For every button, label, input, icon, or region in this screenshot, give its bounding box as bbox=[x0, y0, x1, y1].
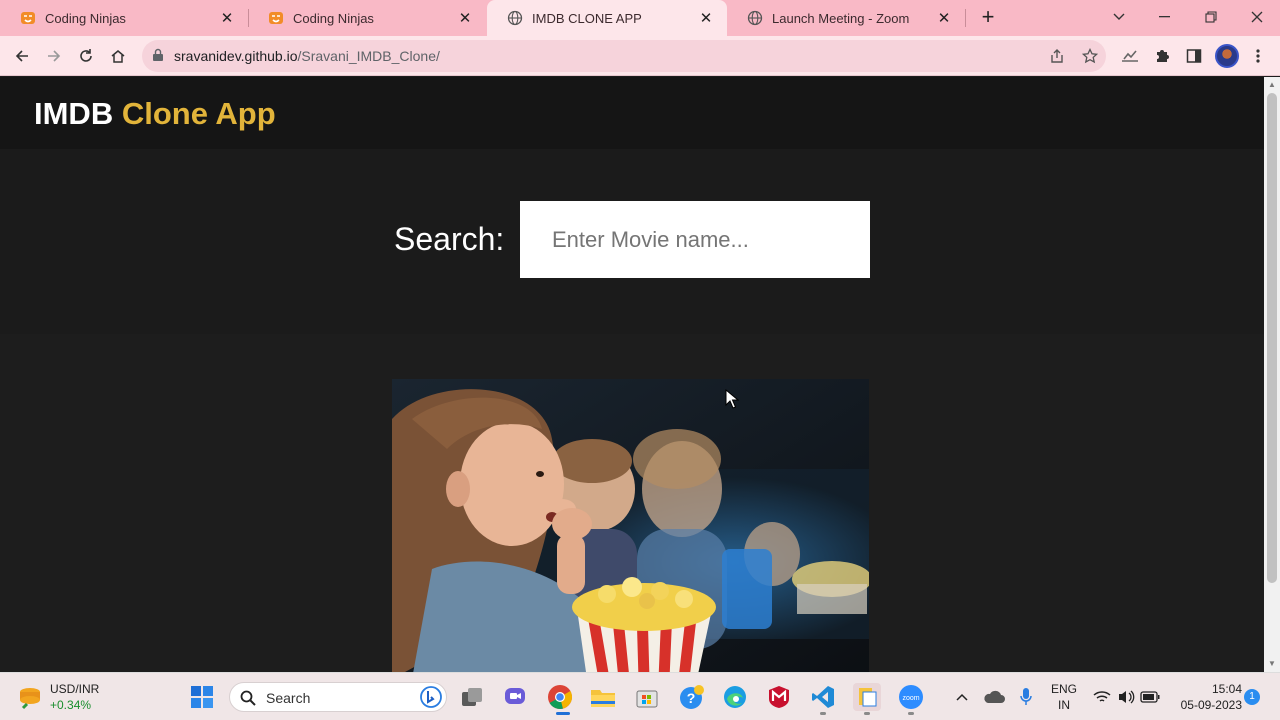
search-icon bbox=[240, 690, 256, 706]
input-language-indicator[interactable]: ENG IN bbox=[1046, 681, 1082, 713]
restore-window-icon[interactable] bbox=[1198, 6, 1224, 28]
tab-close-icon[interactable]: ✕ bbox=[935, 9, 953, 27]
tab-title: Launch Meeting - Zoom bbox=[772, 10, 910, 26]
search-section: Search: bbox=[0, 149, 1264, 334]
tab-title: Coding Ninjas bbox=[45, 10, 126, 26]
task-view-icon[interactable] bbox=[458, 683, 486, 711]
onedrive-cloud-icon[interactable] bbox=[980, 683, 1008, 711]
globe-icon bbox=[747, 10, 763, 26]
battery-icon[interactable] bbox=[1136, 683, 1164, 711]
tab-coding-ninjas-1[interactable]: Coding Ninjas ✕ bbox=[0, 0, 248, 36]
coding-ninjas-favicon-icon bbox=[21, 12, 35, 24]
tab-close-icon[interactable]: ✕ bbox=[218, 9, 236, 27]
scroll-up-arrow-icon[interactable]: ▲ bbox=[1267, 80, 1277, 90]
zoom-running-indicator bbox=[908, 712, 914, 715]
search-label: Search: bbox=[394, 221, 505, 257]
performance-extension-icon[interactable] bbox=[1118, 44, 1142, 68]
svg-text:?: ? bbox=[687, 690, 696, 706]
microphone-icon[interactable] bbox=[1012, 683, 1040, 711]
url-text: sravanidev.github.io/Sravani_IMDB_Clone/ bbox=[174, 48, 440, 64]
file-manager-running-indicator bbox=[864, 712, 870, 715]
close-window-icon[interactable] bbox=[1244, 6, 1270, 28]
mcafee-icon[interactable] bbox=[765, 683, 793, 711]
new-tab-plus-icon[interactable]: + bbox=[976, 6, 1000, 30]
more-menu-icon[interactable] bbox=[1246, 44, 1270, 68]
site-brand-logo[interactable]: IMDB Clone App bbox=[34, 96, 276, 132]
file-explorer-icon[interactable] bbox=[589, 683, 617, 711]
site-navbar: IMDB Clone App bbox=[0, 77, 1264, 149]
widget-title: USD/INR bbox=[50, 682, 100, 696]
clock[interactable]: 15:04 05-09-2023 bbox=[1168, 681, 1242, 713]
help-tips-icon[interactable]: ? bbox=[678, 683, 706, 711]
microsoft-store-icon[interactable] bbox=[633, 683, 661, 711]
brand-accent: Clone App bbox=[121, 96, 276, 131]
globe-icon bbox=[507, 10, 523, 26]
tab-coding-ninjas-2[interactable]: Coding Ninjas ✕ bbox=[248, 0, 486, 36]
file-manager-app-icon[interactable] bbox=[853, 683, 881, 711]
show-hidden-icons-chevron-up-icon[interactable] bbox=[948, 683, 976, 711]
mouse-pointer-icon bbox=[725, 389, 739, 409]
scrollbar-thumb[interactable] bbox=[1267, 93, 1277, 583]
lang-line1: ENG bbox=[1050, 682, 1077, 696]
scroll-down-arrow-icon[interactable]: ▼ bbox=[1267, 659, 1277, 669]
coding-ninjas-favicon-icon bbox=[269, 12, 283, 24]
edge-browser-icon[interactable] bbox=[721, 683, 749, 711]
url-domain: sravanidev.github.io bbox=[174, 48, 298, 64]
tab-title: IMDB CLONE APP bbox=[532, 10, 642, 26]
forward-arrow-icon[interactable] bbox=[42, 44, 66, 68]
svg-text:zoom: zoom bbox=[902, 695, 919, 702]
address-bar[interactable]: sravanidev.github.io/Sravani_IMDB_Clone/ bbox=[142, 40, 1106, 72]
chrome-active-indicator bbox=[556, 712, 570, 715]
currency-widget[interactable]: USD/INR +0.34% bbox=[50, 681, 99, 713]
chrome-icon[interactable] bbox=[546, 683, 574, 711]
clock-time: 15:04 bbox=[1211, 682, 1242, 696]
tab-launch-meeting-zoom[interactable]: Launch Meeting - Zoom ✕ bbox=[727, 0, 965, 36]
web-page: IMDB Clone App Search: bbox=[0, 77, 1264, 672]
profile-avatar[interactable] bbox=[1215, 44, 1239, 68]
home-icon[interactable] bbox=[106, 44, 130, 68]
taskbar-search-box[interactable]: Search bbox=[229, 682, 447, 712]
currency-widget-icon[interactable] bbox=[16, 683, 44, 711]
widget-change: +0.34% bbox=[50, 698, 92, 712]
extensions-puzzle-icon[interactable] bbox=[1150, 44, 1174, 68]
hero-image-kids-eating-popcorn-in-cinema bbox=[392, 379, 869, 672]
lang-line2: IN bbox=[1058, 698, 1070, 712]
movie-search-input[interactable] bbox=[520, 201, 870, 278]
back-arrow-icon[interactable] bbox=[10, 44, 34, 68]
tab-title: Coding Ninjas bbox=[293, 10, 374, 26]
teams-chat-icon[interactable] bbox=[501, 683, 529, 711]
reload-icon[interactable] bbox=[74, 44, 98, 68]
tab-search-chevron-down-icon[interactable] bbox=[1106, 6, 1132, 28]
bing-icon[interactable] bbox=[420, 686, 442, 708]
vscode-running-indicator bbox=[820, 712, 826, 715]
lock-icon bbox=[153, 48, 163, 61]
windows-start-icon[interactable] bbox=[188, 683, 216, 711]
share-icon[interactable] bbox=[1047, 46, 1067, 66]
brand-main: IMDB bbox=[34, 96, 114, 131]
tab-separator bbox=[965, 9, 966, 27]
windows-taskbar: USD/INR +0.34% Search ? zoom ENG IN 15:0… bbox=[0, 672, 1280, 720]
notification-badge[interactable]: 1 bbox=[1244, 689, 1260, 705]
url-path: /Sravani_IMDB_Clone/ bbox=[297, 48, 440, 64]
bookmark-star-icon[interactable] bbox=[1080, 46, 1100, 66]
tab-strip: Coding Ninjas ✕ Coding Ninjas ✕ IMDB CLO… bbox=[0, 0, 1280, 36]
vscode-icon[interactable] bbox=[809, 683, 837, 711]
tab-imdb-clone-app[interactable]: IMDB CLONE APP ✕ bbox=[487, 0, 727, 36]
taskbar-search-label: Search bbox=[266, 690, 311, 706]
tab-close-icon[interactable]: ✕ bbox=[456, 9, 474, 27]
side-panel-icon[interactable] bbox=[1182, 44, 1206, 68]
minimize-window-icon[interactable] bbox=[1152, 6, 1178, 28]
tab-close-icon[interactable]: ✕ bbox=[697, 9, 715, 27]
browser-toolbar: sravanidev.github.io/Sravani_IMDB_Clone/ bbox=[0, 36, 1280, 76]
zoom-app-icon[interactable]: zoom bbox=[897, 683, 925, 711]
page-scrollbar[interactable]: ▲ ▼ bbox=[1264, 77, 1280, 672]
clock-date: 05-09-2023 bbox=[1180, 698, 1242, 712]
